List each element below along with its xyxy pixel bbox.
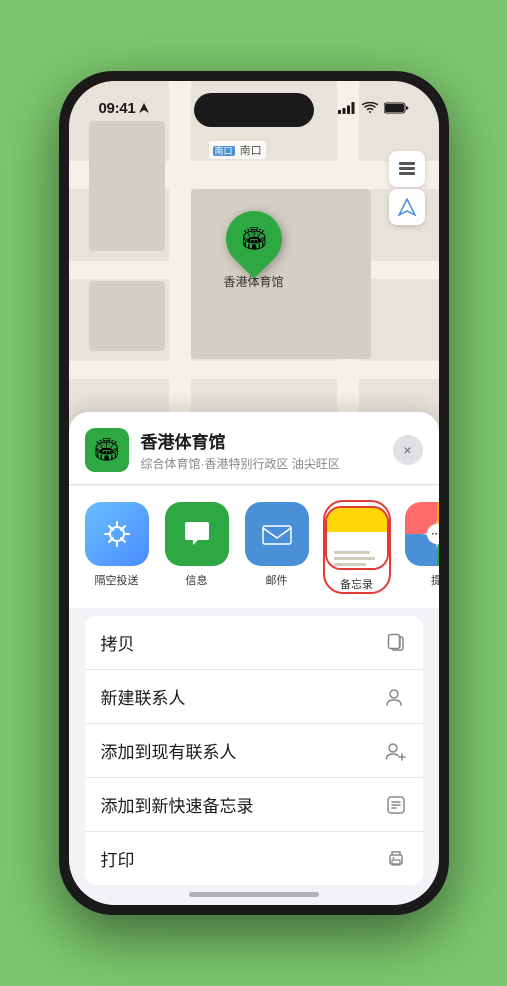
- airdrop-label: 隔空投送: [95, 572, 139, 588]
- dynamic-island: [194, 93, 314, 127]
- message-icon: [165, 502, 229, 566]
- venue-info: 香港体育馆 综合体育馆·香港特别行政区 油尖旺区: [141, 428, 393, 472]
- venue-icon: 🏟: [85, 428, 129, 472]
- venue-subtitle: 综合体育馆·香港特别行政区 油尖旺区: [141, 455, 393, 472]
- sheet-header: 🏟 香港体育馆 综合体育馆·香港特别行政区 油尖旺区 ×: [69, 412, 439, 485]
- action-quick-note-label: 添加到新快速备忘录: [101, 792, 254, 817]
- location-button[interactable]: [389, 189, 425, 225]
- action-new-contact-label: 新建联系人: [101, 684, 186, 709]
- airdrop-icon: [85, 502, 149, 566]
- signal-icon: [338, 102, 356, 114]
- bottom-sheet: 🏟 香港体育馆 综合体育馆·香港特别行政区 油尖旺区 ×: [69, 412, 439, 905]
- navigation-icon: [139, 103, 149, 113]
- status-time: 09:41: [99, 100, 136, 117]
- notes-label: 备忘录: [340, 576, 373, 592]
- wifi-icon: [362, 102, 378, 114]
- battery-icon: [384, 102, 409, 114]
- share-item-mail[interactable]: 邮件: [245, 502, 309, 592]
- location-arrow-icon: [398, 198, 416, 216]
- action-add-existing-label: 添加到现有联系人: [101, 738, 237, 763]
- airdrop-symbol: [100, 517, 134, 551]
- more-icon: ···: [405, 502, 439, 566]
- venue-name: 香港体育馆: [141, 428, 393, 453]
- pin-icon: 🏟: [240, 226, 268, 252]
- new-contact-icon: [385, 686, 407, 708]
- action-add-existing[interactable]: 添加到现有联系人: [85, 724, 423, 778]
- action-copy[interactable]: 拷贝: [85, 616, 423, 670]
- share-item-notes[interactable]: 备忘录: [325, 502, 389, 592]
- action-quick-note[interactable]: 添加到新快速备忘录: [85, 778, 423, 832]
- map-controls: [389, 151, 425, 225]
- phone-frame: 09:41: [59, 71, 449, 915]
- action-print-label: 打印: [101, 846, 135, 871]
- share-item-airdrop[interactable]: 隔空投送: [85, 502, 149, 592]
- print-icon: [385, 848, 407, 870]
- more-label: 提: [431, 572, 439, 588]
- quick-note-icon: [385, 794, 407, 816]
- action-print[interactable]: 打印: [85, 832, 423, 885]
- sheet-close-button[interactable]: ×: [393, 435, 423, 465]
- share-item-more[interactable]: ··· 提: [405, 502, 439, 592]
- map-block: [89, 281, 165, 351]
- share-item-message[interactable]: 信息: [165, 502, 229, 592]
- message-symbol: [179, 516, 215, 552]
- status-icons: [338, 102, 409, 114]
- message-label: 信息: [186, 572, 208, 588]
- map-road: [69, 361, 439, 379]
- mail-icon: [245, 502, 309, 566]
- notes-icon: [325, 506, 389, 570]
- phone-screen: 09:41: [69, 81, 439, 905]
- copy-icon: [385, 632, 407, 654]
- action-copy-label: 拷贝: [101, 630, 135, 655]
- share-row: 隔空投送 信息: [69, 486, 439, 608]
- location-pin: 🏟 香港体育馆: [223, 211, 283, 290]
- add-contact-icon: [385, 740, 407, 762]
- map-layers-button[interactable]: [389, 151, 425, 187]
- action-list: 拷贝 新建联系人 添加到现有联系人: [85, 616, 423, 885]
- mail-symbol: [259, 516, 295, 552]
- map-label-nankou: 南口 南口: [209, 141, 266, 159]
- mail-label: 邮件: [266, 572, 288, 588]
- pin-circle: 🏟: [214, 199, 293, 278]
- home-indicator: [189, 892, 319, 897]
- map-layers-icon: [397, 159, 417, 179]
- action-new-contact[interactable]: 新建联系人: [85, 670, 423, 724]
- map-block: [89, 121, 165, 251]
